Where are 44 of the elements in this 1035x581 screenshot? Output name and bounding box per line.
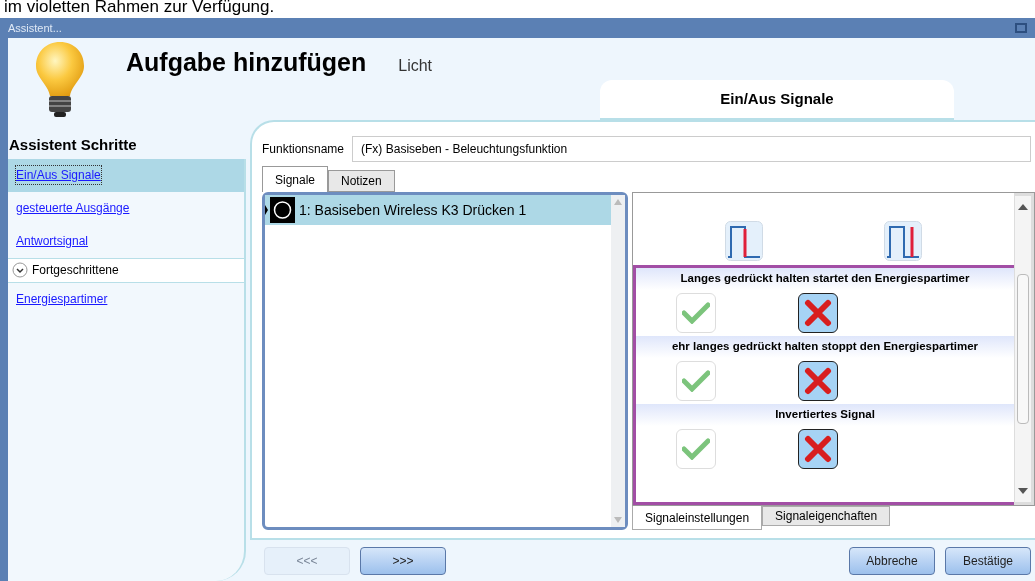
pulse-signal-icon[interactable]	[725, 221, 764, 261]
yes-toggle[interactable]	[676, 293, 716, 333]
signal-row[interactable]: 1: Basiseben Wireless K3 Drücken 1	[265, 195, 611, 225]
page-title: Aufgabe hinzufügen	[126, 47, 367, 78]
scroll-up-icon[interactable]	[1018, 204, 1028, 210]
checkmark-icon	[682, 302, 710, 324]
scrollbar[interactable]	[1014, 193, 1034, 505]
no-toggle[interactable]	[798, 361, 838, 401]
nav-button[interactable]: Bestätige	[945, 546, 1031, 575]
pulse-signal-icon[interactable]	[883, 221, 922, 261]
no-toggle[interactable]	[798, 429, 838, 469]
scroll-down-icon[interactable]	[1018, 488, 1028, 494]
tab[interactable]: Notizen	[328, 170, 395, 192]
sidebar-link[interactable]: Ein/Aus Signale	[16, 166, 101, 184]
function-name-field[interactable]: (Fx) Basiseben - Beleuchtungsfunktion	[352, 136, 1031, 162]
tab[interactable]: Signaleinstellungen	[632, 506, 763, 530]
no-toggle[interactable]	[798, 293, 838, 333]
option-label: Langes gedrückt halten startet den Energiespartimer	[680, 271, 970, 287]
caption-text: im violetten Rahmen zur Verfügung.	[3, 0, 276, 18]
tab[interactable]: Signaleigenchaften	[762, 506, 891, 526]
section-header[interactable]: Fortgeschrittene	[8, 257, 244, 283]
window-title: Assistent...	[8, 20, 62, 36]
nav-button[interactable]: Abbreche	[849, 546, 935, 575]
cross-icon	[804, 367, 832, 395]
checkmark-icon	[682, 370, 710, 392]
tab[interactable]: Signale	[262, 166, 329, 192]
field-label: Funktionsname	[262, 141, 345, 158]
cross-icon	[804, 299, 832, 327]
option-label: Invertiertes Signal	[775, 407, 875, 423]
sidebar-link[interactable]: Energiespartimer	[16, 290, 108, 308]
yes-toggle[interactable]	[676, 361, 716, 401]
light-bulb-icon	[34, 40, 86, 118]
step-heading: Ein/Aus Signale	[720, 88, 834, 109]
nav-button[interactable]: >>>	[360, 546, 446, 575]
yes-toggle[interactable]	[676, 429, 716, 469]
collapse-toggle-icon[interactable]	[12, 262, 28, 278]
button-signal-icon	[265, 197, 295, 223]
option-label: ehr langes gedrückt halten stoppt den Energiespartimer	[671, 339, 979, 355]
cross-icon	[804, 435, 832, 463]
checkmark-icon	[682, 438, 710, 460]
sidebar-title: Assistent Schritte	[8, 135, 138, 155]
sidebar-link[interactable]: gesteuerte Ausgänge	[16, 199, 130, 217]
sidebar-link[interactable]: Antwortsignal	[16, 232, 89, 250]
category-label: Licht	[398, 56, 433, 76]
